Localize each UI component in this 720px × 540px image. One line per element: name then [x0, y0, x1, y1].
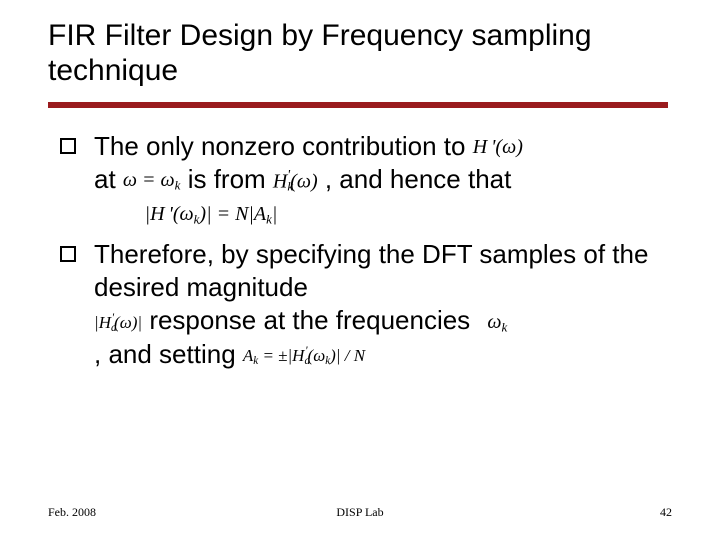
eq-h-prime-omega: H '(ω) — [473, 135, 523, 161]
eq-mag-h-eq-nak: |H '(ωk)| = N|Ak| — [145, 202, 278, 228]
footer-page: 42 — [660, 505, 672, 520]
bullet-1-text-3: is from — [188, 164, 273, 194]
bullet-2-text-3: , and setting — [94, 339, 243, 369]
slide-title: FIR Filter Design by Frequency sampling … — [48, 18, 668, 89]
bullet-2-text-1: Therefore, by specifying the DFT samples… — [94, 239, 648, 302]
bullet-1-text-1: The only nonzero contribution to — [94, 131, 473, 161]
bullet-marker-icon — [60, 138, 76, 154]
eq-omegak: ωk — [477, 310, 507, 336]
bullet-2: Therefore, by specifying the DFT samples… — [60, 238, 670, 371]
eq-ak-pm-hd-over-n: Ak = ±|Hd'(ωk)| / N — [243, 343, 365, 368]
bullet-2-text-2: response at the frequencies — [149, 305, 477, 335]
eq-hk-omega: Hk'(ω) — [273, 167, 318, 195]
footer-lab: DISP Lab — [0, 505, 720, 520]
bullet-1-text-4: , and hence that — [325, 164, 511, 194]
bullet-1-text-2: at — [94, 164, 123, 194]
eq-hd-omega: |Hd'(ω)| — [94, 310, 142, 335]
eq-omega-eq-omegak: ω = ωk — [123, 168, 181, 194]
title-underline — [48, 102, 668, 108]
slide: FIR Filter Design by Frequency sampling … — [0, 0, 720, 540]
bullet-marker-icon — [60, 246, 76, 262]
bullet-1: The only nonzero contribution to H '(ω) … — [60, 130, 670, 230]
slide-body: The only nonzero contribution to H '(ω) … — [60, 130, 670, 379]
